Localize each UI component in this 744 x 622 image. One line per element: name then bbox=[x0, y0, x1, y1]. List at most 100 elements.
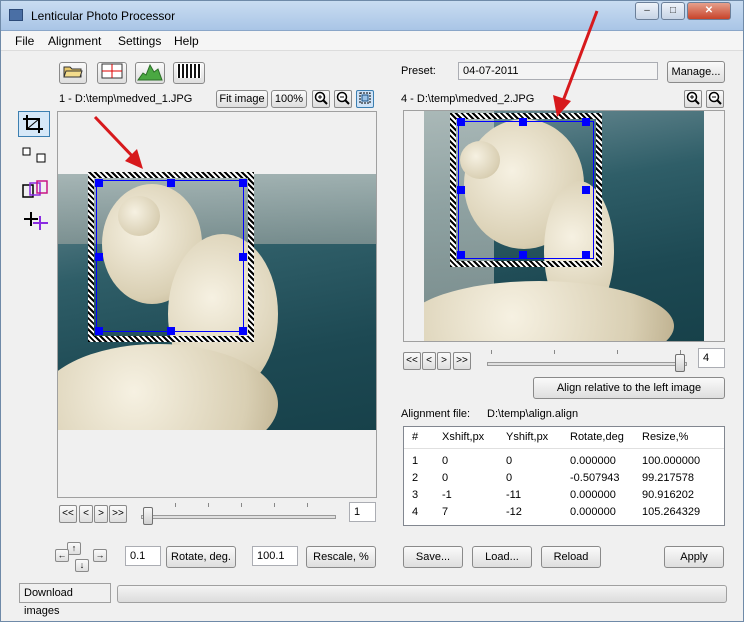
cell: 7 bbox=[442, 506, 449, 518]
right-zoom-out-button[interactable] bbox=[706, 90, 724, 108]
cell: 105.264329 bbox=[642, 506, 701, 518]
rotate-button[interactable]: Rotate, deg. bbox=[166, 546, 236, 568]
table-row[interactable]: 4 7 -12 0.000000 105.264329 bbox=[404, 506, 724, 522]
left-last-button[interactable]: >> bbox=[109, 505, 127, 523]
right-zoom-in-button[interactable] bbox=[684, 90, 702, 108]
save-button[interactable]: Save... bbox=[403, 546, 463, 568]
menu-help[interactable]: Help bbox=[174, 34, 199, 48]
move-down-button[interactable]: ↓ bbox=[75, 559, 89, 572]
table-row[interactable]: 1 0 0 0.000000 100.000000 bbox=[404, 455, 724, 471]
crop-icon bbox=[23, 115, 43, 133]
left-handle-t[interactable] bbox=[167, 179, 175, 187]
right-prev-button[interactable]: < bbox=[422, 352, 436, 370]
left-handle-tl[interactable] bbox=[95, 179, 103, 187]
crop-tool-button[interactable] bbox=[18, 111, 50, 137]
cell: 0 bbox=[506, 472, 513, 484]
right-handle-tl[interactable] bbox=[457, 118, 465, 126]
progress-bar bbox=[117, 585, 727, 603]
col-yshift[interactable]: Yshift,px bbox=[506, 431, 548, 443]
minimize-button[interactable]: ‒ bbox=[635, 2, 659, 20]
lenticular-stripes-button[interactable] bbox=[173, 62, 205, 84]
alignment-table[interactable]: # Xshift,px Yshift,px Rotate,deg Resize,… bbox=[403, 426, 725, 526]
cell: 4 bbox=[412, 506, 419, 518]
menu-file[interactable]: File bbox=[15, 34, 34, 48]
right-first-button[interactable]: << bbox=[403, 352, 421, 370]
left-handle-br[interactable] bbox=[239, 327, 247, 335]
crosshair-tool-button[interactable] bbox=[21, 209, 51, 234]
small-squares-icon bbox=[22, 147, 46, 163]
right-frame-number[interactable]: 4 bbox=[698, 348, 725, 368]
histogram-icon bbox=[137, 63, 163, 81]
zoom-in-button[interactable] bbox=[312, 90, 330, 108]
left-first-button[interactable]: << bbox=[59, 505, 77, 523]
right-handle-r[interactable] bbox=[582, 186, 590, 194]
distribute-tool-button[interactable] bbox=[21, 146, 49, 169]
fit-frame-icon bbox=[359, 92, 371, 104]
right-handle-t[interactable] bbox=[519, 118, 527, 126]
load-button[interactable]: Load... bbox=[472, 546, 532, 568]
maximize-button[interactable]: □ bbox=[661, 2, 685, 20]
move-right-button[interactable]: → bbox=[93, 549, 107, 562]
apply-button[interactable]: Apply bbox=[664, 546, 724, 568]
cell: -12 bbox=[506, 506, 522, 518]
histogram-button[interactable] bbox=[135, 62, 165, 84]
move-left-button[interactable]: ← bbox=[55, 549, 69, 562]
left-slider-thumb[interactable] bbox=[143, 507, 153, 525]
col-resize[interactable]: Resize,% bbox=[642, 431, 688, 443]
left-handle-bl[interactable] bbox=[95, 327, 103, 335]
right-last-button[interactable]: >> bbox=[453, 352, 471, 370]
left-slider-tick bbox=[208, 503, 209, 507]
right-slider-tick bbox=[491, 350, 492, 354]
overlay-tool-button[interactable] bbox=[21, 179, 51, 204]
fit-image-button[interactable]: Fit image bbox=[216, 90, 268, 108]
left-frame-slider[interactable] bbox=[141, 515, 336, 519]
right-next-button[interactable]: > bbox=[437, 352, 451, 370]
rotate-input[interactable]: 0.1 bbox=[125, 546, 161, 566]
col-xshift[interactable]: Xshift,px bbox=[442, 431, 484, 443]
left-slider-tick bbox=[274, 503, 275, 507]
cell: 0.000000 bbox=[570, 455, 616, 467]
fit-window-toggle[interactable] bbox=[356, 90, 374, 108]
close-button[interactable]: ✕ bbox=[687, 2, 731, 20]
arrow-up-icon: ↑ bbox=[71, 543, 77, 553]
zoom-out-button[interactable] bbox=[334, 90, 352, 108]
zoom-100-button[interactable]: 100% bbox=[271, 90, 307, 108]
right-handle-b[interactable] bbox=[519, 251, 527, 259]
zoom-out-icon bbox=[708, 91, 722, 105]
col-index[interactable]: # bbox=[412, 431, 418, 443]
left-handle-l[interactable] bbox=[95, 253, 103, 261]
menu-settings[interactable]: Settings bbox=[118, 34, 161, 48]
right-handle-br[interactable] bbox=[582, 251, 590, 259]
cell: 1 bbox=[412, 455, 419, 467]
cell: 0.000000 bbox=[570, 506, 616, 518]
table-row[interactable]: 3 -1 -11 0.000000 90.916202 bbox=[404, 489, 724, 505]
left-handle-tr[interactable] bbox=[239, 179, 247, 187]
left-handle-b[interactable] bbox=[167, 327, 175, 335]
right-frame-slider[interactable] bbox=[487, 362, 687, 366]
align-relative-button[interactable]: Align relative to the left image bbox=[533, 377, 725, 399]
menu-bar: File Alignment Settings Help bbox=[1, 31, 743, 51]
right-handle-bl[interactable] bbox=[457, 251, 465, 259]
open-folder-button[interactable] bbox=[59, 62, 87, 84]
left-prev-button[interactable]: < bbox=[79, 505, 93, 523]
left-handle-r[interactable] bbox=[239, 253, 247, 261]
left-frame-number[interactable]: 1 bbox=[349, 502, 376, 522]
left-next-button[interactable]: > bbox=[94, 505, 108, 523]
crop-grid-button[interactable] bbox=[97, 62, 127, 84]
rescale-input[interactable]: 100.1 bbox=[252, 546, 298, 566]
manage-button[interactable]: Manage... bbox=[667, 61, 725, 83]
move-up-button[interactable]: ↑ bbox=[67, 542, 81, 555]
download-images-button[interactable]: Download images bbox=[19, 583, 111, 617]
cell: 3 bbox=[412, 489, 419, 501]
table-row[interactable]: 2 0 0 -0.507943 99.217578 bbox=[404, 472, 724, 488]
right-slider-thumb[interactable] bbox=[675, 354, 685, 372]
menu-alignment[interactable]: Alignment bbox=[48, 34, 101, 48]
col-rotate[interactable]: Rotate,deg bbox=[570, 431, 624, 443]
reload-button[interactable]: Reload bbox=[541, 546, 601, 568]
right-handle-l[interactable] bbox=[457, 186, 465, 194]
cell: -1 bbox=[442, 489, 452, 501]
rescale-button[interactable]: Rescale, % bbox=[306, 546, 376, 568]
cell: -11 bbox=[506, 489, 522, 501]
folder-open-icon bbox=[63, 66, 83, 78]
right-image-panel[interactable] bbox=[403, 110, 725, 342]
